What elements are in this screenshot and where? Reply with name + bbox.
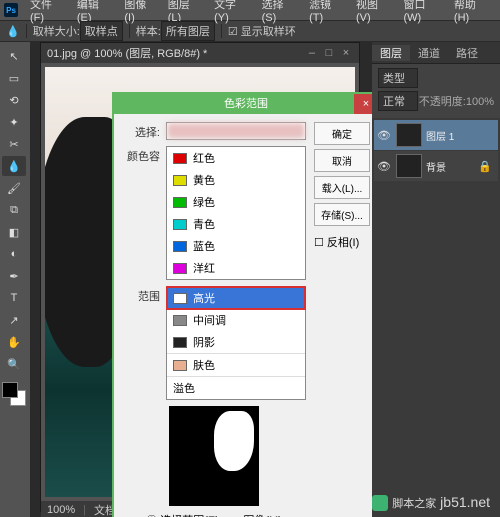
wand-tool-icon[interactable]: ✦ bbox=[2, 112, 26, 132]
gradient-tool-icon[interactable]: ◐ bbox=[2, 244, 26, 264]
document-titlebar[interactable]: 01.jpg @ 100% (图层, RGB/8#) * – □ × bbox=[41, 43, 359, 63]
menu-help[interactable]: 帮助(H) bbox=[448, 0, 496, 24]
dropdown-selected bbox=[167, 123, 305, 139]
option-magenta[interactable]: 洋红 bbox=[167, 257, 305, 279]
option-green[interactable]: 绿色 bbox=[167, 191, 305, 213]
select-dropdown[interactable] bbox=[166, 122, 306, 140]
menu-image[interactable]: 图像(I) bbox=[118, 0, 161, 24]
lock-icon: 🔒 bbox=[478, 160, 492, 173]
selection-preview bbox=[169, 406, 259, 506]
option-blue[interactable]: 蓝色 bbox=[167, 235, 305, 257]
layer-name[interactable]: 图层 1 bbox=[426, 128, 454, 143]
menu-file[interactable]: 文件(F) bbox=[24, 0, 71, 24]
option-yellow[interactable]: 黄色 bbox=[167, 169, 305, 191]
zoom-tool-icon[interactable]: 🔍 bbox=[2, 354, 26, 374]
hand-tool-icon[interactable]: ✋ bbox=[2, 332, 26, 352]
invert-checkbox[interactable]: ☐反相(I) bbox=[314, 234, 370, 250]
cancel-button[interactable]: 取消 bbox=[314, 149, 370, 172]
path-tool-icon[interactable]: ↗ bbox=[2, 310, 26, 330]
opacity-value[interactable]: 100% bbox=[466, 96, 494, 108]
layer-thumbnail[interactable] bbox=[396, 154, 422, 178]
visibility-icon[interactable]: 👁 bbox=[376, 160, 392, 173]
layers-panel: 图层 通道 路径 类型 正常不透明度:100% 👁 图层 1 👁 背景 🔒 bbox=[372, 42, 500, 517]
ok-button[interactable]: 确定 bbox=[314, 122, 370, 145]
color-swatch-label: 颜色容 bbox=[122, 146, 166, 164]
layer-name[interactable]: 背景 bbox=[426, 159, 446, 174]
visibility-icon[interactable]: 👁 bbox=[376, 129, 392, 142]
menu-bar: Ps 文件(F) 编辑(E) 图像(I) 图层(L) 文字(Y) 选择(S) 滤… bbox=[0, 0, 500, 20]
close-icon[interactable]: × bbox=[339, 47, 353, 59]
menu-filter[interactable]: 滤镜(T) bbox=[303, 0, 350, 24]
stamp-tool-icon[interactable]: ⧉ bbox=[2, 200, 26, 220]
tab-paths[interactable]: 路径 bbox=[448, 45, 486, 61]
range-label: 范围 bbox=[122, 286, 166, 304]
option-red[interactable]: 红色 bbox=[167, 147, 305, 169]
layer-thumbnail[interactable] bbox=[396, 123, 422, 147]
option-cyan[interactable]: 青色 bbox=[167, 213, 305, 235]
eraser-tool-icon[interactable]: ◧ bbox=[2, 222, 26, 242]
color-range-dialog: 色彩范围 × 选择: 颜色容 红色 bbox=[112, 92, 372, 517]
option-shadows[interactable]: 阴影 bbox=[167, 331, 305, 353]
marquee-tool-icon[interactable]: ▭ bbox=[2, 68, 26, 88]
sample-size-label: 取样大小: bbox=[33, 23, 80, 39]
menu-type[interactable]: 文字(Y) bbox=[208, 0, 256, 24]
select-label: 选择: bbox=[122, 122, 166, 140]
tab-layers[interactable]: 图层 bbox=[372, 45, 410, 61]
pen-tool-icon[interactable]: ✒ bbox=[2, 266, 26, 286]
dialog-titlebar[interactable]: 色彩范围 × bbox=[114, 94, 372, 114]
maximize-icon[interactable]: □ bbox=[322, 47, 336, 59]
color-swatch[interactable] bbox=[2, 382, 26, 406]
crop-tool-icon[interactable]: ✂ bbox=[2, 134, 26, 154]
layer-row[interactable]: 👁 图层 1 bbox=[374, 120, 498, 150]
layer-kind-dropdown[interactable]: 类型 bbox=[378, 68, 418, 88]
option-skin[interactable]: 肤色 bbox=[167, 353, 305, 376]
type-tool-icon[interactable]: T bbox=[2, 288, 26, 308]
brush-tool-icon[interactable]: 🖌 bbox=[2, 178, 26, 198]
lasso-tool-icon[interactable]: ⟲ bbox=[2, 90, 26, 110]
dialog-close-icon[interactable]: × bbox=[354, 94, 372, 114]
layer-row[interactable]: 👁 背景 🔒 bbox=[374, 151, 498, 181]
sample-label: 样本: bbox=[136, 23, 161, 39]
watermark: 脚本之家 jb51.net bbox=[372, 494, 490, 511]
eyedropper-icon: 💧 bbox=[6, 25, 20, 38]
tab-channels[interactable]: 通道 bbox=[410, 45, 448, 61]
show-ring-checkbox[interactable]: ☑ 显示取样环 bbox=[228, 23, 296, 39]
minimize-icon[interactable]: – bbox=[305, 47, 319, 59]
menu-view[interactable]: 视图(V) bbox=[350, 0, 398, 24]
move-tool-icon[interactable]: ↖ bbox=[2, 46, 26, 66]
save-button[interactable]: 存储(S)... bbox=[314, 203, 370, 226]
load-button[interactable]: 载入(L)... bbox=[314, 176, 370, 199]
document-title: 01.jpg @ 100% (图层, RGB/8#) * bbox=[47, 45, 207, 61]
sample-dropdown[interactable]: 所有图层 bbox=[161, 21, 215, 41]
menu-select[interactable]: 选择(S) bbox=[256, 0, 304, 24]
option-midtones[interactable]: 中间调 bbox=[167, 309, 305, 331]
menu-window[interactable]: 窗口(W) bbox=[397, 0, 447, 24]
option-out-of-gamut[interactable]: 溢色 bbox=[167, 376, 305, 399]
sample-size-dropdown[interactable]: 取样点 bbox=[80, 21, 123, 41]
blend-mode-dropdown[interactable]: 正常 bbox=[378, 91, 418, 111]
ps-logo-icon: Ps bbox=[4, 3, 18, 17]
option-highlights[interactable]: 高光 bbox=[167, 287, 305, 309]
eyedropper-tool-icon[interactable]: 💧 bbox=[2, 156, 26, 176]
zoom-value[interactable]: 100% bbox=[47, 504, 75, 516]
tool-panel: ↖ ▭ ⟲ ✦ ✂ 💧 🖌 ⧉ ◧ ◐ ✒ T ↗ ✋ 🔍 bbox=[0, 42, 30, 517]
